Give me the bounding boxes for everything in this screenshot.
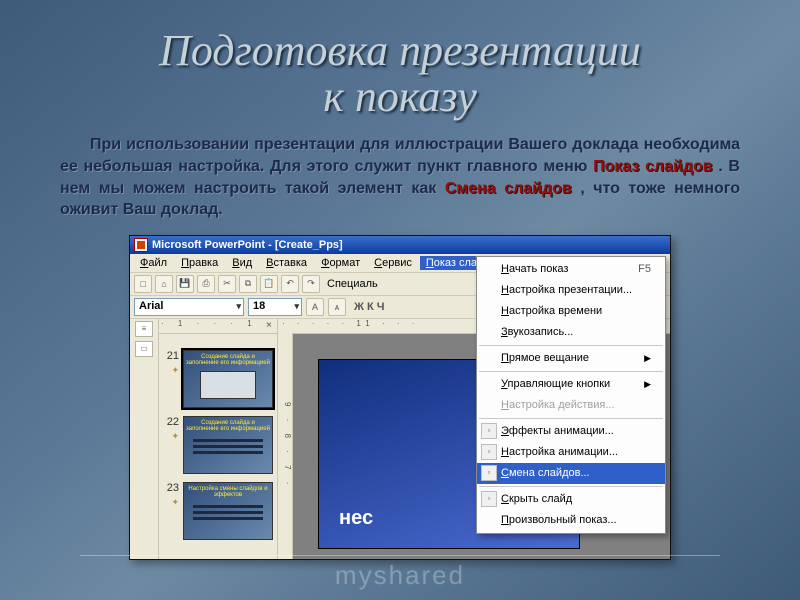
redo-icon[interactable]: ↷ bbox=[302, 275, 320, 293]
canvas-visible-text: нес bbox=[339, 507, 373, 530]
thumb-row[interactable]: 22✦ Создание слайда и заполнение его инфо… bbox=[161, 416, 273, 474]
page-title: Подготовка презентации к показу bbox=[60, 28, 740, 120]
menu-separator bbox=[479, 371, 663, 372]
thumb-number: 23✦ bbox=[161, 482, 179, 540]
submenu-arrow-icon: ▶ bbox=[644, 379, 651, 390]
menu-separator bbox=[479, 486, 663, 487]
view-switch-bar[interactable]: ≡ ▭ bbox=[130, 319, 159, 559]
menu-shortcut: F5 bbox=[638, 263, 651, 275]
thumb-title: Настройка смены слайдов и эффектов bbox=[184, 486, 272, 498]
menu-item-label: Эффекты анимации... bbox=[501, 425, 614, 437]
save-icon[interactable]: 💾 bbox=[176, 275, 194, 293]
footer-divider bbox=[80, 555, 720, 556]
copy-icon[interactable]: ⧉ bbox=[239, 275, 257, 293]
decrease-font-icon[interactable]: ᴀ bbox=[328, 298, 346, 316]
increase-font-icon[interactable]: A bbox=[306, 298, 324, 316]
thumb-slide[interactable]: Создание слайда и заполнение его информа… bbox=[183, 416, 273, 474]
menu-item-label: Произвольный показ... bbox=[501, 514, 617, 526]
para-highlight-1: Показ слайдов bbox=[593, 158, 713, 175]
undo-icon[interactable]: ↶ bbox=[281, 275, 299, 293]
thumb-slide[interactable]: Настройка смены слайдов и эффектов bbox=[183, 482, 273, 540]
thumb-slide[interactable]: Создание слайда и заполнение его информа… bbox=[183, 350, 273, 408]
new-doc-icon[interactable]: □ bbox=[134, 275, 152, 293]
menu-вид[interactable]: Вид bbox=[226, 256, 258, 270]
thumb-title: Создание слайда и заполнение его информа… bbox=[184, 420, 272, 432]
menu-item-icon: ▫ bbox=[481, 465, 497, 481]
window-title-text: Microsoft PowerPoint - [Create_Pps] bbox=[152, 236, 343, 254]
menu-правка[interactable]: Правка bbox=[175, 256, 224, 270]
menu-item-label: Настройка действия... bbox=[501, 399, 615, 411]
menu-item-label: Настройка презентации... bbox=[501, 284, 632, 296]
slide-view-icon[interactable]: ▭ bbox=[135, 341, 153, 357]
menu-item-произвольный-показ-[interactable]: Произвольный показ... bbox=[477, 510, 665, 531]
print-icon[interactable]: ⎙ bbox=[197, 275, 215, 293]
menu-item-настройка-времени[interactable]: Настройка времени bbox=[477, 301, 665, 322]
menu-item-label: Настройка времени bbox=[501, 305, 602, 317]
menu-вставка[interactable]: Вставка bbox=[260, 256, 313, 270]
font-size-combo[interactable]: 18 bbox=[248, 298, 302, 316]
vertical-ruler: 9 · 8 · 7 · bbox=[278, 333, 293, 559]
thumb-title: Создание слайда и заполнение его информа… bbox=[184, 354, 272, 366]
slideshow-menu-dropdown[interactable]: Начать показ F5 Настройка презентации... На… bbox=[476, 256, 666, 534]
slide-thumbnails-pane[interactable]: × · 1 · · · 1 · 21✦ Создание слайда и зап… bbox=[159, 319, 278, 559]
font-family-combo[interactable]: Arial bbox=[134, 298, 244, 316]
window-titlebar[interactable]: Microsoft PowerPoint - [Create_Pps] bbox=[130, 236, 670, 254]
menu-item-label: Скрыть слайд bbox=[501, 493, 572, 505]
menu-item-icon: ▫ bbox=[481, 491, 497, 507]
para-highlight-2: Смена слайдов bbox=[445, 180, 572, 197]
menu-item-скрыть-слайд[interactable]: ▫ Скрыть слайд bbox=[477, 489, 665, 510]
bold-italic-underline[interactable]: Ж К Ч bbox=[350, 301, 389, 313]
menu-формат[interactable]: Формат bbox=[315, 256, 366, 270]
menu-item-эффекты-анимации-[interactable]: ▫ Эффекты анимации... bbox=[477, 421, 665, 442]
menu-item-label: Звукозапись... bbox=[501, 326, 573, 338]
menu-item-начать-показ[interactable]: Начать показ F5 bbox=[477, 259, 665, 280]
title-line-1: Подготовка презентации bbox=[159, 26, 641, 75]
thumb-number: 21✦ bbox=[161, 350, 179, 408]
menu-separator bbox=[479, 345, 663, 346]
menu-item-label: Начать показ bbox=[501, 263, 568, 275]
menu-item-настройка-действия-: Настройка действия... bbox=[477, 395, 665, 416]
outline-view-icon[interactable]: ≡ bbox=[135, 321, 153, 337]
powerpoint-screenshot: Microsoft PowerPoint - [Create_Pps] Файл… bbox=[129, 235, 671, 560]
open-icon[interactable]: ⌂ bbox=[155, 275, 173, 293]
menu-item-label: Прямое вещание bbox=[501, 352, 589, 364]
menu-item-label: Управляющие кнопки bbox=[501, 378, 610, 390]
close-pane-icon[interactable]: × bbox=[263, 320, 275, 332]
paste-icon[interactable]: 📋 bbox=[260, 275, 278, 293]
powerpoint-icon bbox=[134, 238, 148, 252]
menu-item-icon: ▫ bbox=[481, 444, 497, 460]
menu-item-прямое-вещание[interactable]: Прямое вещание ▶ bbox=[477, 348, 665, 369]
submenu-arrow-icon: ▶ bbox=[644, 353, 651, 364]
menu-файл[interactable]: Файл bbox=[134, 256, 173, 270]
menu-item-звукозапись-[interactable]: Звукозапись... bbox=[477, 322, 665, 343]
menu-item-icon: ▫ bbox=[481, 423, 497, 439]
menu-сервис[interactable]: Сервис bbox=[368, 256, 418, 270]
menu-item-label: Смена слайдов... bbox=[501, 467, 590, 479]
title-line-2: к показу bbox=[323, 72, 476, 121]
menu-item-label: Настройка анимации... bbox=[501, 446, 618, 458]
thumb-ruler: · 1 · · · 1 · bbox=[159, 319, 277, 334]
menu-item-настройка-презентации-[interactable]: Настройка презентации... bbox=[477, 280, 665, 301]
thumb-number: 22✦ bbox=[161, 416, 179, 474]
cut-icon[interactable]: ✂ bbox=[218, 275, 236, 293]
thumb-row[interactable]: 21✦ Создание слайда и заполнение его инфо… bbox=[161, 350, 273, 408]
thumb-row[interactable]: 23✦ Настройка смены слайдов и эффектов bbox=[161, 482, 273, 540]
special-label[interactable]: Специаль bbox=[323, 278, 382, 290]
menu-item-настройка-анимации-[interactable]: ▫ Настройка анимации... bbox=[477, 442, 665, 463]
menu-item-смена-слайдов-[interactable]: ▫ Смена слайдов... bbox=[477, 463, 665, 484]
menu-item-управляющие-кнопки[interactable]: Управляющие кнопки ▶ bbox=[477, 374, 665, 395]
intro-paragraph: При использовании презентации для иллюст… bbox=[60, 134, 740, 220]
menu-separator bbox=[479, 418, 663, 419]
